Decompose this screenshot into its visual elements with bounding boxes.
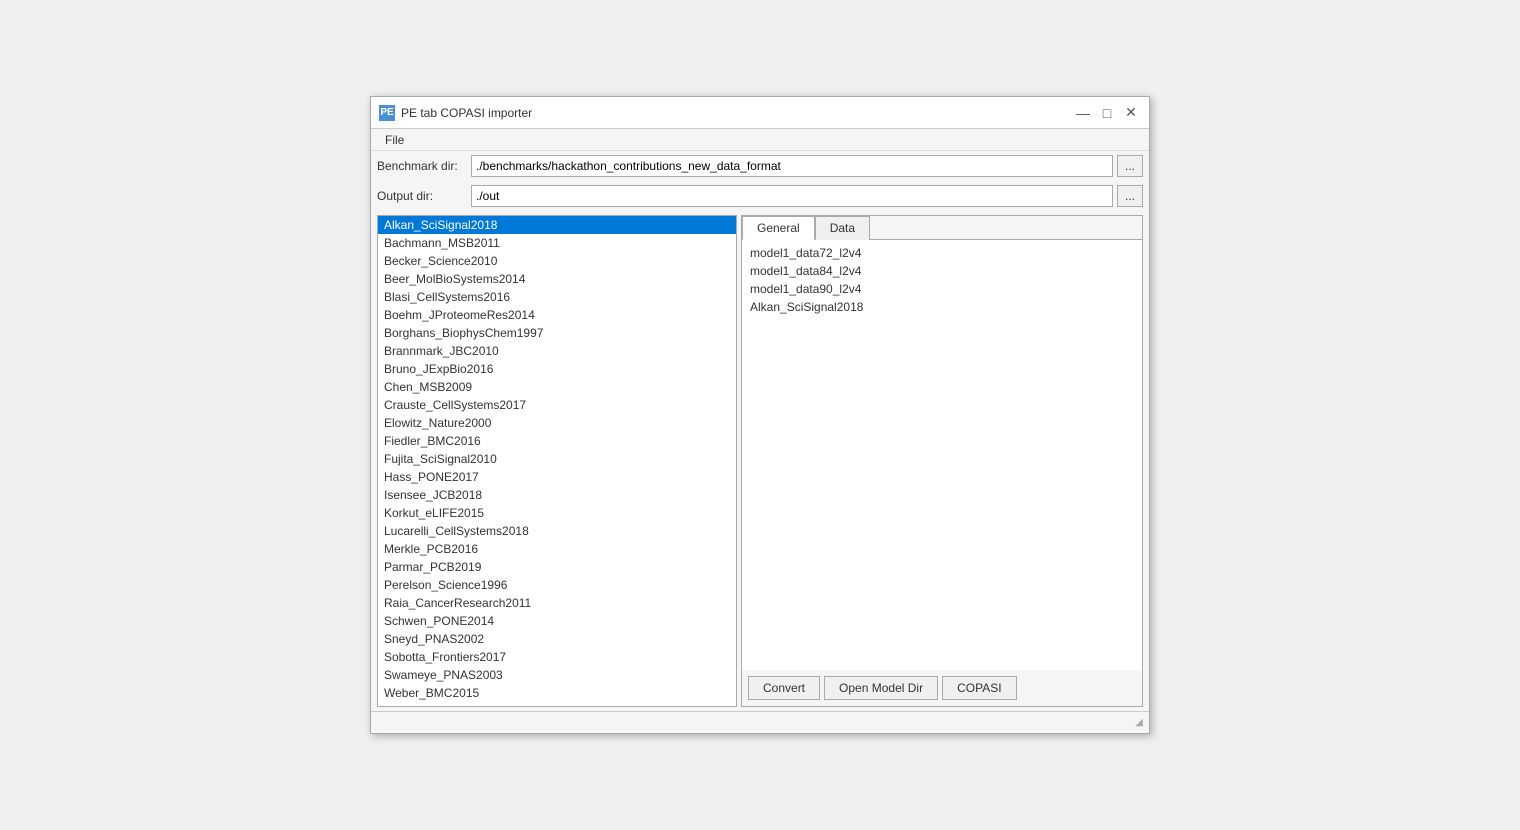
- tab-content: model1_data72_l2v4model1_data84_l2v4mode…: [742, 240, 1142, 670]
- close-button[interactable]: ✕: [1121, 103, 1141, 123]
- right-panel: GeneralData model1_data72_l2v4model1_dat…: [741, 215, 1143, 707]
- left-list-item[interactable]: Fiedler_BMC2016: [378, 432, 736, 450]
- output-row: Output dir: ...: [371, 181, 1149, 211]
- left-list-item[interactable]: Chen_MSB2009: [378, 378, 736, 396]
- output-label: Output dir:: [377, 189, 467, 203]
- benchmark-row: Benchmark dir: ...: [371, 151, 1149, 181]
- left-list-item[interactable]: Lucarelli_CellSystems2018: [378, 522, 736, 540]
- copasi-button[interactable]: COPASI: [942, 676, 1016, 700]
- left-list-item[interactable]: Parmar_PCB2019: [378, 558, 736, 576]
- left-list-item[interactable]: Borghans_BiophysChem1997: [378, 324, 736, 342]
- left-list-item[interactable]: Sobotta_Frontiers2017: [378, 648, 736, 666]
- output-browse-button[interactable]: ...: [1117, 185, 1143, 207]
- left-list-item[interactable]: Weber_BMC2015: [378, 684, 736, 702]
- title-bar-left: PE PE tab COPASI importer: [379, 105, 532, 121]
- window-title: PE tab COPASI importer: [401, 106, 532, 120]
- convert-button[interactable]: Convert: [748, 676, 820, 700]
- app-icon: PE: [379, 105, 395, 121]
- left-list-item[interactable]: Alkan_SciSignal2018: [378, 216, 736, 234]
- main-content: Alkan_SciSignal2018Bachmann_MSB2011Becke…: [371, 211, 1149, 711]
- left-list-item[interactable]: Sneyd_PNAS2002: [378, 630, 736, 648]
- left-list-item[interactable]: Merkle_PCB2016: [378, 540, 736, 558]
- left-list-item[interactable]: Fujita_SciSignal2010: [378, 450, 736, 468]
- left-list-item[interactable]: Crauste_CellSystems2017: [378, 396, 736, 414]
- left-list-item[interactable]: Blasi_CellSystems2016: [378, 288, 736, 306]
- left-list-item[interactable]: Schwen_PONE2014: [378, 612, 736, 630]
- window-controls: — □ ✕: [1073, 103, 1141, 123]
- benchmark-label: Benchmark dir:: [377, 159, 467, 173]
- left-list-item[interactable]: Swameye_PNAS2003: [378, 666, 736, 684]
- bottom-buttons: Convert Open Model Dir COPASI: [742, 670, 1142, 706]
- left-list-item[interactable]: Korkut_eLIFE2015: [378, 504, 736, 522]
- left-panel: Alkan_SciSignal2018Bachmann_MSB2011Becke…: [377, 215, 737, 707]
- menu-file[interactable]: File: [379, 131, 410, 149]
- title-bar: PE PE tab COPASI importer — □ ✕: [371, 97, 1149, 129]
- maximize-button[interactable]: □: [1097, 103, 1117, 123]
- output-input[interactable]: [471, 185, 1113, 207]
- data-list-item[interactable]: model1_data90_l2v4: [746, 280, 1138, 298]
- left-list-item[interactable]: Bruno_JExpBio2016: [378, 360, 736, 378]
- left-list-item[interactable]: Elowitz_Nature2000: [378, 414, 736, 432]
- left-list-item[interactable]: Hass_PONE2017: [378, 468, 736, 486]
- left-list-item[interactable]: Raia_CancerResearch2011: [378, 594, 736, 612]
- left-list-item[interactable]: Isensee_JCB2018: [378, 486, 736, 504]
- main-window: PE PE tab COPASI importer — □ ✕ File Ben…: [370, 96, 1150, 734]
- tab-data[interactable]: Data: [815, 216, 870, 240]
- left-list-item[interactable]: Zheng_PNAS2012: [378, 702, 736, 707]
- open-model-dir-button[interactable]: Open Model Dir: [824, 676, 938, 700]
- left-list-item[interactable]: Boehm_JProteomeRes2014: [378, 306, 736, 324]
- left-list-item[interactable]: Beer_MolBioSystems2014: [378, 270, 736, 288]
- benchmark-input[interactable]: [471, 155, 1113, 177]
- data-list-item[interactable]: model1_data84_l2v4: [746, 262, 1138, 280]
- benchmark-browse-button[interactable]: ...: [1117, 155, 1143, 177]
- data-list-item[interactable]: model1_data72_l2v4: [746, 244, 1138, 262]
- left-list-item[interactable]: Becker_Science2010: [378, 252, 736, 270]
- resize-handle: ◢: [1135, 717, 1143, 728]
- tab-general[interactable]: General: [742, 216, 815, 240]
- status-bar: ◢: [371, 711, 1149, 733]
- minimize-button[interactable]: —: [1073, 103, 1093, 123]
- data-list-item[interactable]: Alkan_SciSignal2018: [746, 298, 1138, 316]
- left-list-item[interactable]: Bachmann_MSB2011: [378, 234, 736, 252]
- menu-bar: File: [371, 129, 1149, 151]
- tabs: GeneralData: [742, 216, 1142, 240]
- left-list-item[interactable]: Brannmark_JBC2010: [378, 342, 736, 360]
- left-list-item[interactable]: Perelson_Science1996: [378, 576, 736, 594]
